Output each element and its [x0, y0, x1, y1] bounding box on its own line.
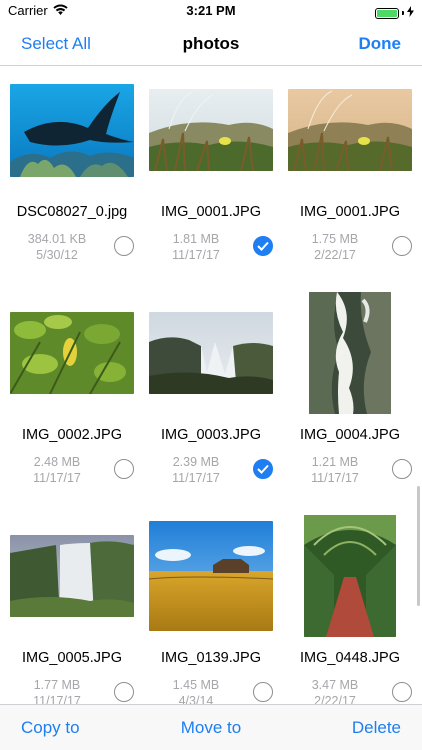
photo-grid: DSC08027_0.jpg 384.01 KB 5/30/12 IMG_000… — [0, 66, 422, 704]
photo-thumbnail[interactable] — [10, 312, 134, 394]
photo-size: 1.45 MB — [172, 678, 220, 692]
charging-bolt-icon — [407, 4, 414, 22]
photo-filename: IMG_0003.JPG — [161, 427, 261, 443]
photo-item[interactable]: IMG_0002.JPG 2.48 MB 11/17/17 — [2, 289, 142, 513]
photo-size: 1.21 MB — [311, 455, 359, 469]
photo-date: 11/17/17 — [311, 471, 359, 485]
battery-cap — [402, 11, 404, 15]
select-checkbox[interactable] — [114, 236, 134, 256]
delete-button[interactable]: Delete — [352, 718, 401, 738]
status-time: 3:21 PM — [186, 3, 236, 18]
photo-filename: IMG_0004.JPG — [300, 427, 400, 443]
photo-item[interactable]: DSC08027_0.jpg 384.01 KB 5/30/12 — [2, 66, 142, 290]
photo-thumbnail[interactable] — [149, 312, 273, 394]
photo-date: 11/17/17 — [33, 471, 81, 485]
photo-date: 2/22/17 — [314, 694, 356, 704]
photo-size: 384.01 KB — [27, 232, 87, 246]
checkmark-icon — [257, 464, 269, 474]
photo-thumbnail[interactable] — [10, 535, 134, 617]
photo-thumbnail[interactable] — [288, 89, 412, 171]
photo-item[interactable]: IMG_0005.JPG 1.77 MB 11/17/17 — [2, 512, 142, 704]
select-checkbox[interactable] — [253, 682, 273, 702]
photo-filename: DSC08027_0.jpg — [16, 204, 128, 220]
photo-item[interactable]: IMG_0003.JPG 2.39 MB 11/17/17 — [141, 289, 281, 513]
photo-size: 1.77 MB — [33, 678, 81, 692]
photo-size: 3.47 MB — [311, 678, 359, 692]
photo-meta: 1.81 MB 11/17/17 — [156, 231, 236, 263]
navigation-bar: Select All photos Done — [0, 22, 422, 66]
photo-item[interactable]: IMG_0448.JPG 3.47 MB 2/22/17 — [280, 512, 420, 704]
bottom-toolbar: Copy to Move to Delete — [0, 704, 422, 750]
select-checkbox[interactable] — [253, 236, 273, 256]
photo-date: 11/17/17 — [172, 471, 220, 485]
scroll-indicator[interactable] — [417, 486, 420, 606]
checkmark-icon — [257, 241, 269, 251]
photo-filename: IMG_0139.JPG — [161, 650, 261, 666]
select-checkbox[interactable] — [114, 682, 134, 702]
photo-filename: IMG_0448.JPG — [300, 650, 400, 666]
select-checkbox[interactable] — [253, 459, 273, 479]
photo-size: 1.75 MB — [311, 232, 359, 246]
photo-size: 1.81 MB — [172, 232, 220, 246]
photo-item[interactable]: IMG_0004.JPG 1.21 MB 11/17/17 — [280, 289, 420, 513]
photo-date: 11/17/17 — [172, 248, 220, 262]
photo-date: 4/3/14 — [178, 694, 214, 704]
photo-thumbnail[interactable] — [149, 521, 273, 631]
photo-item[interactable]: IMG_0001.JPG 1.75 MB 2/22/17 — [280, 66, 420, 290]
photo-meta: 1.77 MB 11/17/17 — [17, 677, 97, 704]
status-bar: Carrier 3:21 PM — [0, 0, 422, 22]
done-button[interactable]: Done — [359, 34, 402, 54]
photo-date: 5/30/12 — [36, 248, 78, 262]
photo-size: 2.48 MB — [33, 455, 81, 469]
photo-thumbnail[interactable] — [10, 83, 134, 177]
photo-filename: IMG_0001.JPG — [300, 204, 400, 220]
battery-icon — [375, 7, 399, 19]
select-checkbox[interactable] — [392, 459, 412, 479]
photo-meta: 2.48 MB 11/17/17 — [17, 454, 97, 486]
photo-date: 11/17/17 — [33, 694, 81, 704]
photo-item[interactable]: IMG_0001.JPG 1.81 MB 11/17/17 — [141, 66, 281, 290]
photo-meta: 2.39 MB 11/17/17 — [156, 454, 236, 486]
select-checkbox[interactable] — [392, 682, 412, 702]
photo-filename: IMG_0002.JPG — [22, 427, 122, 443]
photo-meta: 1.75 MB 2/22/17 — [295, 231, 375, 263]
photo-thumbnail[interactable] — [309, 292, 391, 414]
photo-filename: IMG_0005.JPG — [22, 650, 122, 666]
select-checkbox[interactable] — [114, 459, 134, 479]
status-right — [375, 4, 414, 22]
photo-meta: 1.21 MB 11/17/17 — [295, 454, 375, 486]
photo-thumbnail[interactable] — [149, 89, 273, 171]
photo-meta: 384.01 KB 5/30/12 — [17, 231, 97, 263]
photo-meta: 3.47 MB 2/22/17 — [295, 677, 375, 704]
photo-size: 2.39 MB — [172, 455, 220, 469]
photo-thumbnail[interactable] — [304, 515, 396, 637]
photo-meta: 1.45 MB 4/3/14 — [156, 677, 236, 704]
select-checkbox[interactable] — [392, 236, 412, 256]
photo-item[interactable]: IMG_0139.JPG 1.45 MB 4/3/14 — [141, 512, 281, 704]
photo-filename: IMG_0001.JPG — [161, 204, 261, 220]
photo-date: 2/22/17 — [314, 248, 356, 262]
